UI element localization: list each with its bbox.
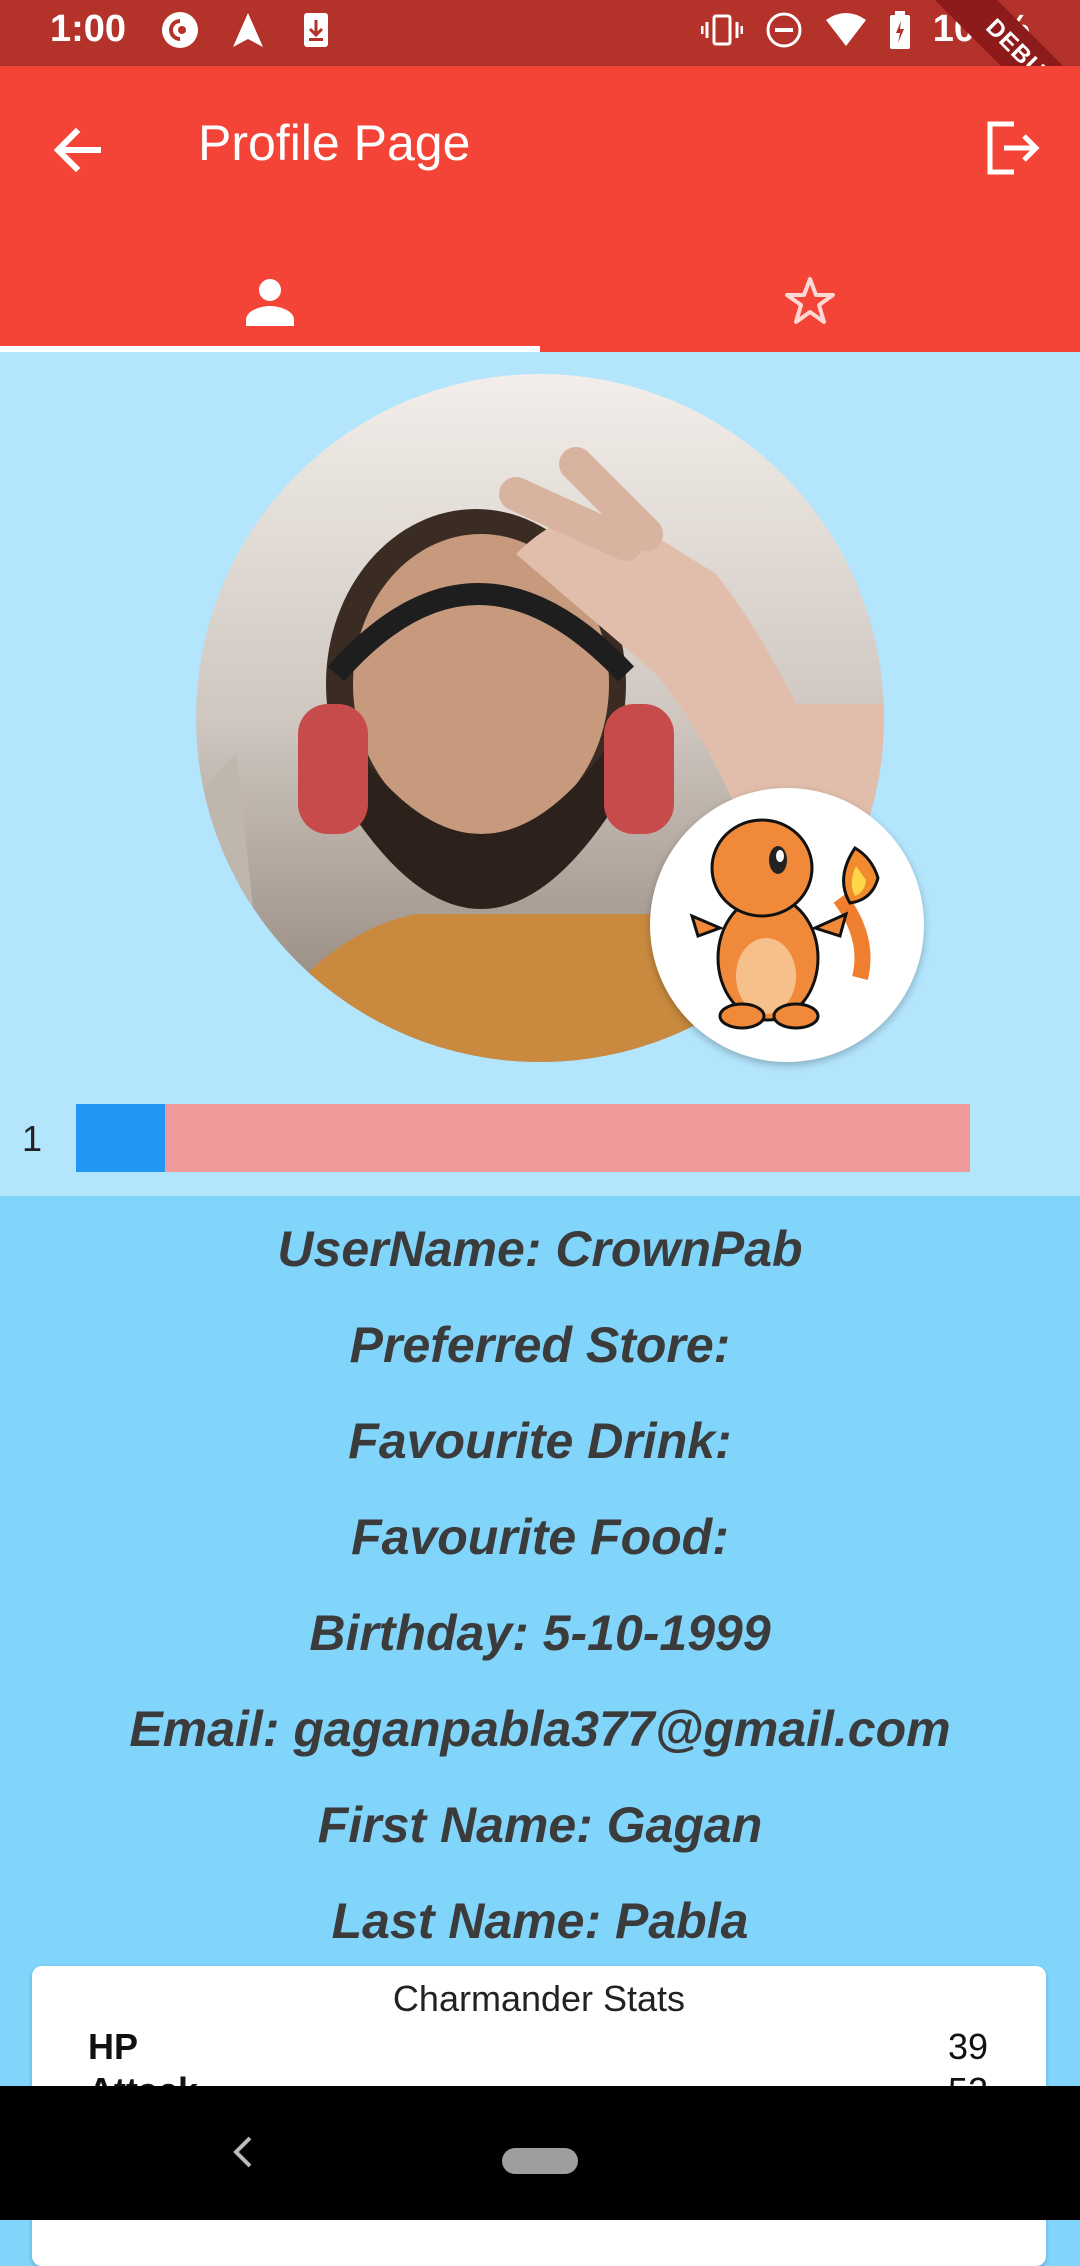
birthday-text: Birthday: 5-10-1999 — [309, 1605, 771, 1661]
person-icon — [246, 279, 294, 326]
system-nav-bar — [0, 2086, 1080, 2220]
home-pill-icon[interactable] — [502, 2148, 578, 2174]
logout-icon — [987, 121, 1040, 175]
pokemon-badge[interactable] — [650, 788, 924, 1062]
level-label: 1 — [22, 1118, 43, 1159]
last-name-text: Last Name: Pabla — [331, 1893, 749, 1949]
app-bar: Profile Page — [0, 66, 1080, 352]
favourite-food-text: Favourite Food: — [351, 1509, 729, 1565]
xp-progress-fill — [76, 1104, 166, 1172]
pocket-casts-icon — [162, 12, 198, 48]
battery-icon — [889, 10, 910, 49]
back-button[interactable] — [46, 118, 110, 182]
status-time: 1:00 — [50, 8, 127, 50]
stat-name: HP — [88, 2026, 139, 2067]
logout-button[interactable] — [980, 116, 1044, 180]
navigation-arrow-icon — [233, 13, 263, 47]
email-text: Email: gaganpabla377@gmail.com — [129, 1701, 951, 1757]
favourite-drink-text: Favourite Drink: — [348, 1413, 732, 1469]
first-name-text: First Name: Gagan — [317, 1797, 763, 1853]
download-icon — [304, 13, 328, 47]
stats-title: Charmander Stats — [392, 1978, 686, 2019]
tab-profile[interactable] — [0, 246, 540, 352]
page-title: Profile Page — [198, 115, 471, 171]
profile-section: 1 — [0, 352, 1080, 1196]
do-not-disturb-icon — [766, 12, 802, 47]
status-bar: 1:00 100% DEBUG — [0, 0, 1080, 157]
stat-value: 39 — [947, 2026, 988, 2067]
username-text: UserName: CrownPab — [277, 1221, 803, 1277]
xp-progress-bar — [76, 1104, 970, 1172]
nav-back-icon[interactable] — [222, 2130, 266, 2174]
star-outline-icon — [785, 277, 835, 324]
stat-row: HP 39 — [88, 2026, 988, 2070]
status-left-icons — [160, 10, 336, 50]
arrow-back-icon — [53, 127, 101, 173]
charmander-sprite — [689, 818, 880, 1030]
tab-favourites[interactable] — [540, 246, 1080, 352]
preferred-store-text: Preferred Store: — [349, 1317, 731, 1373]
wifi-icon — [825, 12, 866, 46]
vibrate-icon — [700, 14, 743, 45]
